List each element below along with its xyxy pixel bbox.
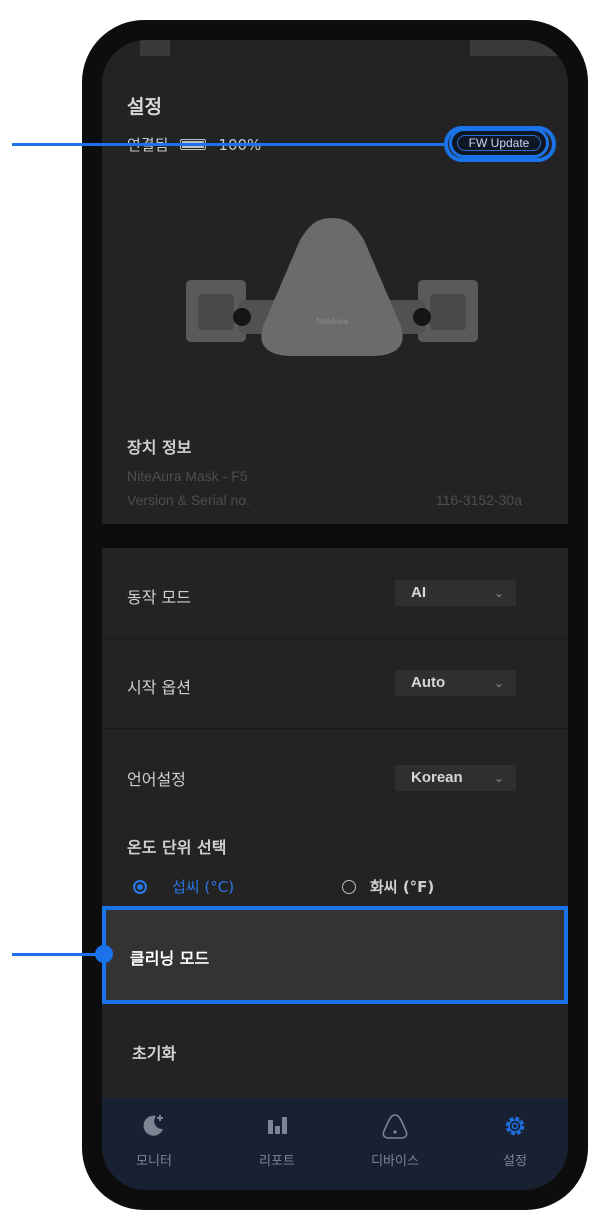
page-title: 설정 (127, 96, 162, 118)
celsius-radio[interactable] (133, 880, 147, 894)
chevron-down-icon: ⌄ (493, 771, 504, 785)
highlight-fw-update (444, 126, 556, 162)
chevron-down-icon: ⌄ (493, 586, 504, 600)
language-dropdown[interactable]: Korean ⌄ (395, 765, 516, 791)
reset-button[interactable]: 초기화 (132, 1040, 176, 1064)
app-screen: 설정 연결됨 100% FW Update NiteAura 장치 정보 Nit… (102, 40, 568, 1190)
mask-device-image: NiteAura (186, 218, 478, 356)
callout-line-cleaning (12, 953, 104, 956)
tab-device-label: 디바이스 (371, 1154, 419, 1169)
tab-report[interactable]: 리포트 (237, 1098, 317, 1190)
tab-device[interactable]: 디바이스 (355, 1098, 435, 1190)
fahrenheit-label[interactable]: 화씨 (°F) (370, 876, 434, 897)
mask-brand-text: NiteAura (316, 317, 348, 326)
status-bar-right (470, 40, 568, 56)
language-row: 언어설정 Korean ⌄ (102, 728, 568, 818)
status-bar-left (140, 40, 170, 56)
tab-monitor-label: 모니터 (136, 1154, 172, 1169)
temperature-unit-title: 온도 단위 선택 (127, 838, 227, 857)
callout-line-fw (12, 143, 444, 146)
start-option-label: 시작 옵션 (127, 678, 191, 697)
language-label: 언어설정 (127, 770, 186, 789)
serial-value: 116-3152-30a (435, 492, 522, 508)
start-option-dropdown[interactable]: Auto ⌄ (395, 670, 516, 696)
language-value: Korean (411, 769, 463, 786)
tab-monitor[interactable]: 모니터 (114, 1098, 194, 1190)
operation-mode-label: 동작 모드 (127, 588, 191, 607)
operation-mode-dropdown[interactable]: AI ⌄ (395, 580, 516, 606)
bottom-tab-bar: 모니터 리포트 디바이스 설정 (102, 1098, 568, 1190)
operation-mode-value: AI (411, 584, 426, 601)
device-info-title: 장치 정보 (127, 438, 192, 457)
chevron-down-icon: ⌄ (493, 676, 504, 690)
moon-icon (143, 1115, 163, 1136)
device-icon (382, 1114, 408, 1139)
tab-settings-label: 설정 (503, 1154, 527, 1169)
operation-mode-row: 동작 모드 AI ⌄ (102, 548, 568, 639)
device-model: NiteAura Mask - F5 (127, 468, 248, 484)
start-option-value: Auto (411, 674, 446, 691)
tab-report-label: 리포트 (259, 1154, 295, 1169)
section-divider (102, 524, 568, 548)
gear-icon (505, 1116, 525, 1136)
fahrenheit-radio[interactable] (342, 880, 356, 894)
bar-chart-icon (268, 1117, 287, 1134)
highlight-cleaning-mode (102, 906, 568, 1004)
serial-label: Version & Serial no. (127, 492, 250, 508)
celsius-label[interactable]: 섭씨 (°C) (172, 876, 234, 897)
start-option-row: 시작 옵션 Auto ⌄ (102, 638, 568, 729)
tab-settings[interactable]: 설정 (475, 1098, 555, 1190)
